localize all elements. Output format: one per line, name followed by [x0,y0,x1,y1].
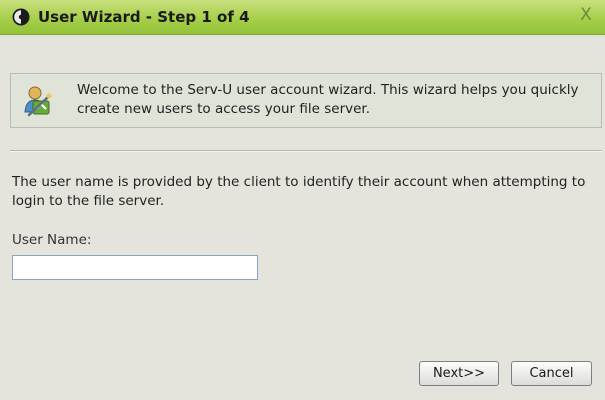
user-name-label: User Name: [12,232,92,248]
user-wizard-window: User Wizard - Step 1 of 4 X Welcome to t… [0,0,605,400]
title-bar[interactable]: User Wizard - Step 1 of 4 X [0,0,605,35]
next-button[interactable]: Next>> [419,361,499,386]
welcome-text: Welcome to the Serv-U user account wizar… [77,82,579,117]
window-title: User Wizard - Step 1 of 4 [38,8,250,26]
cancel-button[interactable]: Cancel [511,361,592,386]
separator [10,150,602,152]
welcome-banner: Welcome to the Serv-U user account wizar… [10,73,602,128]
user-name-description: The user name is provided by the client … [12,174,586,209]
user-name-input[interactable] [12,255,258,280]
user-wizard-icon [21,84,55,118]
serv-u-icon [12,8,30,26]
close-icon[interactable]: X [575,4,597,26]
